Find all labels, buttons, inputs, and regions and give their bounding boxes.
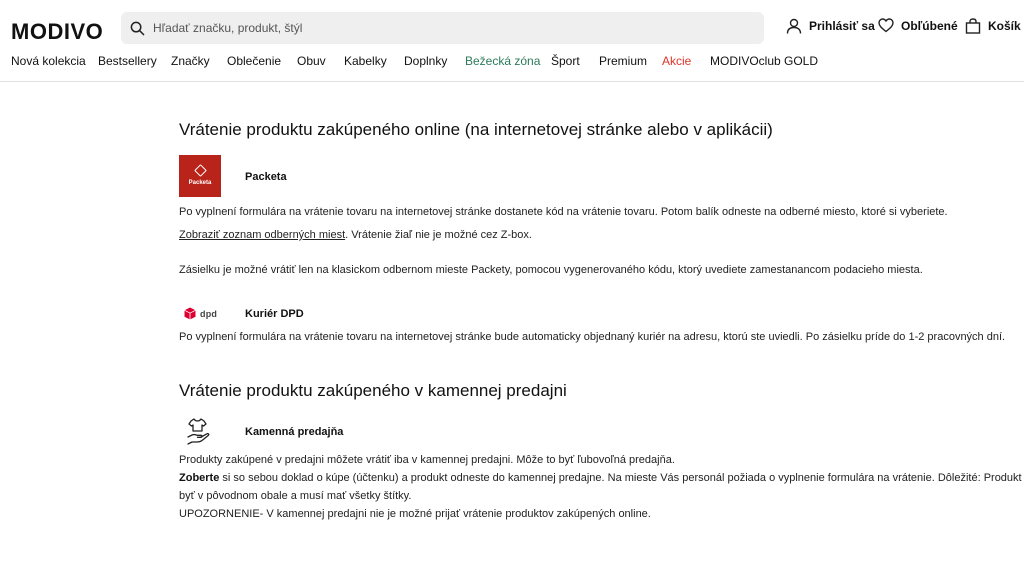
nav-item-shoes[interactable]: Obuv bbox=[297, 54, 326, 68]
nav-item-modivoclub-gold[interactable]: MODIVOclub GOLD bbox=[710, 54, 818, 68]
store-name: Kamenná predajňa bbox=[245, 426, 344, 438]
packeta-logo-text: Packeta bbox=[188, 180, 212, 186]
dpd-logo-text: dpd bbox=[200, 308, 218, 319]
tshirt-hand-icon bbox=[187, 418, 210, 445]
nav-item-sport[interactable]: Šport bbox=[551, 54, 580, 68]
packeta-text-2: Zobraziť zoznam odberných miest. Vráteni… bbox=[179, 228, 532, 243]
packeta-text-3: Zásielku je možné vrátiť len na klasicko… bbox=[179, 264, 923, 276]
dpd-text: Po vyplnení formulára na vrátenie tovaru… bbox=[179, 331, 1006, 343]
nav-item-clothing[interactable]: Oblečenie bbox=[227, 54, 281, 68]
online-return-title: Vrátenie produktu zakúpeného online (na … bbox=[179, 120, 773, 139]
store-text-bold: Zoberte bbox=[179, 472, 220, 484]
dpd-name: Kuriér DPD bbox=[245, 308, 304, 320]
user-icon bbox=[786, 18, 802, 34]
search-icon bbox=[130, 21, 145, 35]
site-header: MODIVO Prihlásiť sa Obľúbené Košík Nová … bbox=[0, 0, 1024, 82]
store-text-3: byť v pôvodnom obale a musí mať všetky š… bbox=[179, 490, 412, 502]
main-nav: Nová kolekcia Bestsellery Značky Oblečen… bbox=[0, 54, 1024, 72]
search-input[interactable] bbox=[153, 21, 733, 35]
favorites-label: Obľúbené bbox=[901, 18, 958, 33]
cart-label: Košík bbox=[988, 19, 1021, 33]
nav-item-bags[interactable]: Kabelky bbox=[344, 54, 387, 68]
nav-item-sale[interactable]: Akcie bbox=[662, 54, 691, 68]
store-text-2: Zoberte si so sebou doklad o kúpe (účten… bbox=[179, 471, 1024, 486]
nav-item-bestsellers[interactable]: Bestsellery bbox=[98, 54, 157, 68]
packeta-name: Packeta bbox=[245, 171, 287, 183]
favorites-button[interactable]: Obľúbené bbox=[878, 18, 958, 33]
pickup-points-link[interactable]: Zobraziť zoznam odberných miest bbox=[179, 229, 345, 241]
nav-item-brands[interactable]: Značky bbox=[171, 54, 210, 68]
packeta-box-icon bbox=[193, 164, 207, 177]
login-button[interactable]: Prihlásiť sa bbox=[786, 18, 875, 34]
nav-item-accessories[interactable]: Doplnky bbox=[404, 54, 447, 68]
packeta-logo: Packeta bbox=[179, 155, 221, 197]
store-return-title: Vrátenie produktu zakúpeného v kamennej … bbox=[179, 381, 567, 400]
nav-item-new-collection[interactable]: Nová kolekcia bbox=[11, 54, 86, 68]
store-text-1: Produkty zakúpené v predajni môžete vrát… bbox=[179, 454, 675, 466]
modivo-logo[interactable]: MODIVO bbox=[11, 19, 103, 45]
dpd-logo: dpd bbox=[184, 307, 217, 320]
nav-item-premium[interactable]: Premium bbox=[599, 54, 647, 68]
zbox-note: . Vrátenie žiaľ nie je možné cez Z-box. bbox=[345, 229, 532, 241]
nav-item-running-zone[interactable]: Bežecká zóna bbox=[465, 54, 540, 68]
heart-icon bbox=[878, 18, 894, 33]
dpd-cube-icon bbox=[184, 307, 196, 320]
store-warning: UPOZORNENIE- V kamennej predajni nie je … bbox=[179, 508, 651, 520]
packeta-text-1: Po vyplnení formulára na vrátenie tovaru… bbox=[179, 206, 948, 218]
cart-button[interactable]: Košík bbox=[965, 18, 1021, 34]
store-text-2-rest: si so sebou doklad o kúpe (účtenku) a pr… bbox=[219, 472, 1024, 484]
login-label: Prihlásiť sa bbox=[809, 19, 875, 33]
search-bar[interactable] bbox=[121, 12, 764, 44]
cart-icon bbox=[965, 18, 981, 34]
